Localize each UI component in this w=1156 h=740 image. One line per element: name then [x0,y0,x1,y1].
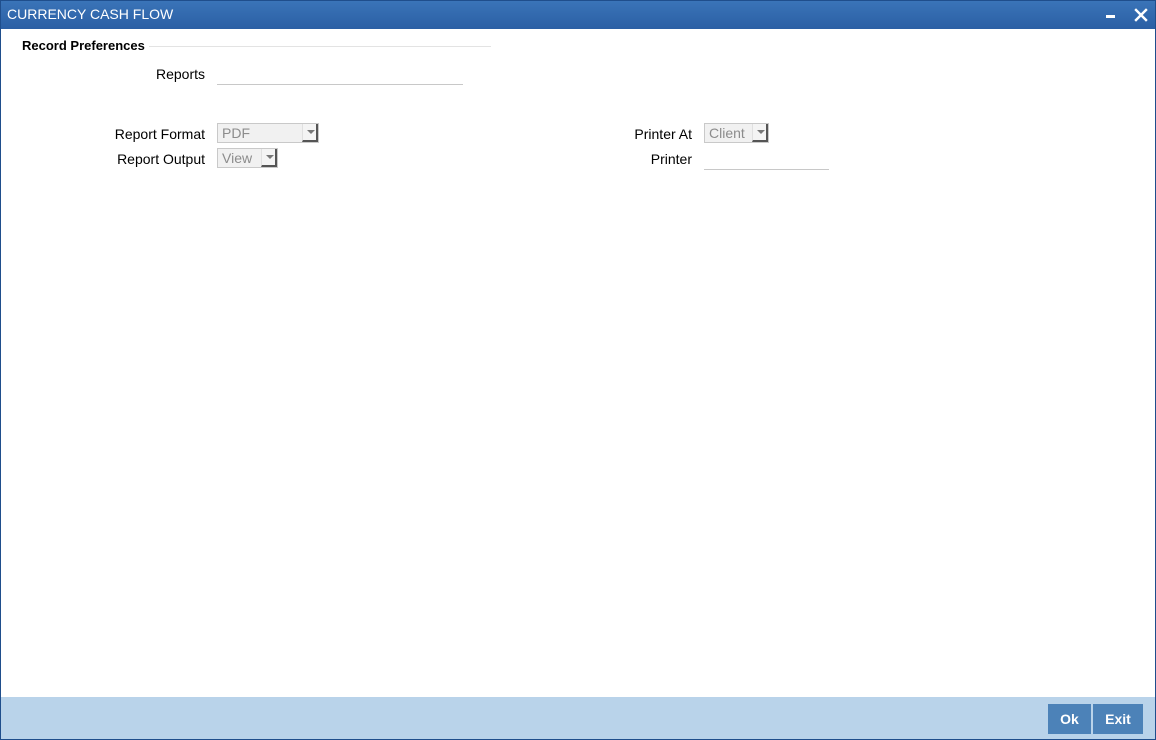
printer-label: Printer [650,151,692,167]
chevron-down-icon[interactable] [302,124,318,142]
title-bar: CURRENCY CASH FLOW [1,1,1155,29]
exit-button[interactable]: Exit [1093,704,1143,734]
minimize-button[interactable] [1102,6,1120,24]
printer-at-value: Client [709,125,745,141]
printer-input[interactable] [704,149,829,170]
reports-label: Reports [155,66,205,82]
footer-bar: Ok Exit [1,697,1155,739]
reports-input[interactable] [217,64,463,85]
record-preferences-header: Record Preferences [22,38,145,53]
close-icon [1134,8,1148,22]
report-format-select[interactable]: PDF [217,123,319,143]
report-format-label: Report Format [114,126,205,142]
chevron-down-icon[interactable] [261,149,277,167]
printer-at-label: Printer At [634,126,692,142]
window-title: CURRENCY CASH FLOW [7,6,174,22]
report-output-label: Report Output [117,151,205,167]
chevron-down-icon[interactable] [752,124,768,142]
report-format-value: PDF [222,125,250,141]
close-button[interactable] [1132,6,1150,24]
printer-at-select[interactable]: Client [704,123,769,143]
report-output-value: View [222,150,253,166]
minimize-icon [1106,15,1115,18]
ok-button[interactable]: Ok [1048,704,1091,734]
currency-cash-flow-window: CURRENCY CASH FLOW Record Preferences Re… [0,0,1156,740]
report-output-select[interactable]: View [217,148,278,168]
section-divider [149,46,491,47]
